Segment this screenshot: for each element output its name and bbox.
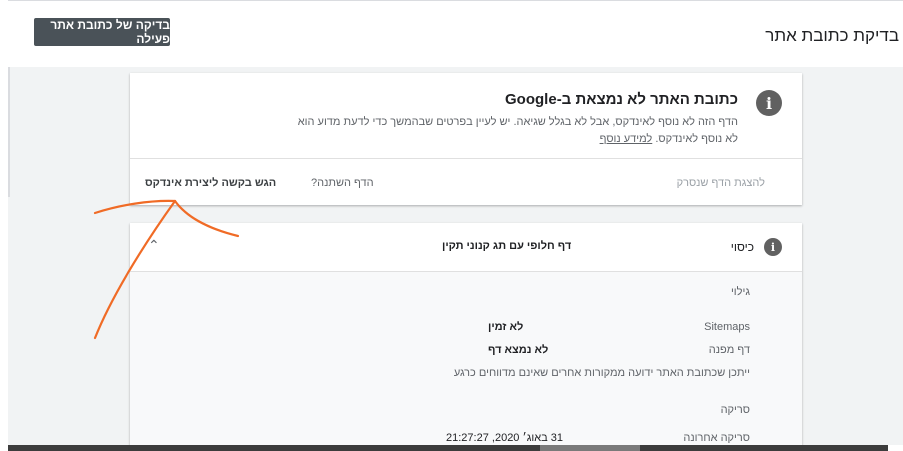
- coverage-card: i כיסוי דף חלופי עם תג קנוני תקין ⌃ גילו…: [130, 223, 802, 451]
- view-crawled-page-link[interactable]: להצגת הדף שנסרק: [677, 177, 765, 189]
- last-crawl-value: 31 באוג׳ 2020, 21:27:27: [446, 432, 564, 444]
- sitemaps-label: Sitemaps: [704, 321, 750, 333]
- test-live-url-button[interactable]: בדיקה של כתובת אתר פעילה: [34, 18, 170, 46]
- index-status-card: i כתובת האתר לא נמצאת ב-Google הדף הזה ל…: [130, 73, 802, 205]
- sidebar-edge: [8, 67, 10, 197]
- status-description: הדף הזה לא נוסף לאינדקס, אבל לא בגלל שגי…: [288, 114, 738, 148]
- last-crawl-label: סריקה אחרונה: [683, 432, 750, 444]
- page-title: בדיקת כתובת אתר: [765, 26, 899, 45]
- crawl-section-heading: סריקה: [720, 404, 750, 416]
- coverage-title: כיסוי: [730, 240, 754, 254]
- referring-page-value: לא נמצא דף: [488, 344, 549, 356]
- taskbar: [8, 445, 888, 451]
- discovery-note: ייתכן שכתובת האתר ידועה ממקורות אחרים שא…: [453, 367, 750, 379]
- request-indexing-button[interactable]: הגש בקשה ליצירת אינדקס: [145, 177, 276, 189]
- referring-page-label: דף מפנה: [708, 344, 750, 356]
- coverage-details: גילוי Sitemaps לא זמין דף מפנה לא נמצא ד…: [130, 272, 802, 451]
- divider: [130, 158, 802, 159]
- coverage-header[interactable]: i כיסוי דף חלופי עם תג קנוני תקין ⌃: [130, 223, 802, 272]
- coverage-status: דף חלופי עם תג קנוני תקין: [442, 240, 572, 252]
- top-bar: בדיקת כתובת אתר בדיקה של כתובת אתר פעילה: [8, 0, 903, 68]
- sitemaps-value: לא זמין: [488, 321, 524, 333]
- discovery-section-heading: גילוי: [730, 286, 750, 298]
- page-changed-label: הדף השתנה?: [311, 177, 374, 189]
- status-heading: כתובת האתר לא נמצאת ב-Google: [505, 91, 738, 108]
- info-icon: i: [756, 90, 782, 116]
- status-description-text: הדף הזה לא נוסף לאינדקס, אבל לא בגלל שגי…: [297, 116, 738, 145]
- chevron-up-icon[interactable]: ⌃: [148, 237, 160, 254]
- taskbar-segment: [540, 445, 640, 451]
- learn-more-link[interactable]: למידע נוסף: [600, 133, 653, 145]
- info-icon: i: [764, 238, 782, 256]
